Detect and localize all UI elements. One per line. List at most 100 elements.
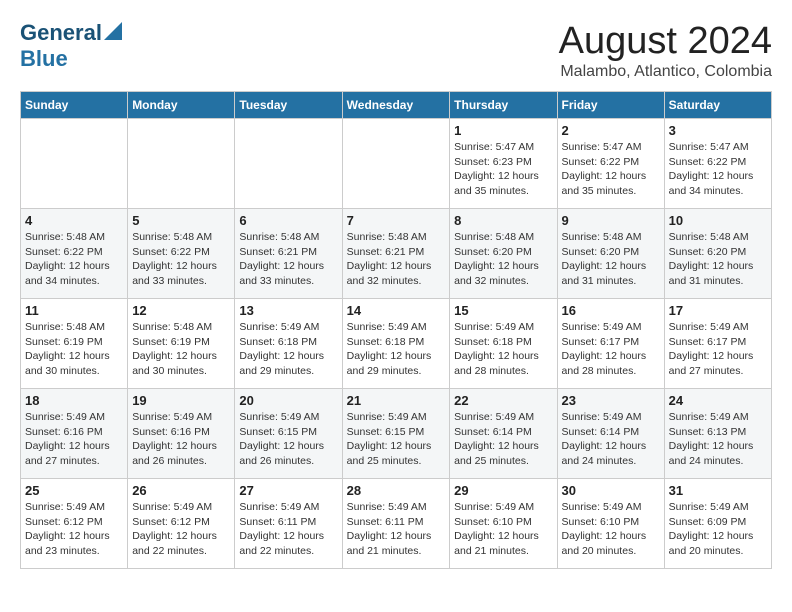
day-number: 19 — [132, 393, 230, 408]
day-number: 15 — [454, 303, 552, 318]
calendar-cell: 2 Sunrise: 5:47 AM Sunset: 6:22 PM Daylig… — [557, 119, 664, 209]
day-content: Sunrise: 5:49 AM Sunset: 6:16 PM Dayligh… — [25, 410, 123, 469]
day-header-tuesday: Tuesday — [235, 92, 342, 119]
day-content: Sunrise: 5:48 AM Sunset: 6:19 PM Dayligh… — [132, 320, 230, 379]
day-number: 11 — [25, 303, 123, 318]
day-content: Sunrise: 5:49 AM Sunset: 6:11 PM Dayligh… — [239, 500, 337, 559]
calendar-cell: 6 Sunrise: 5:48 AM Sunset: 6:21 PM Daylig… — [235, 209, 342, 299]
day-number: 2 — [562, 123, 660, 138]
day-number: 1 — [454, 123, 552, 138]
day-number: 8 — [454, 213, 552, 228]
day-content: Sunrise: 5:49 AM Sunset: 6:17 PM Dayligh… — [669, 320, 767, 379]
day-number: 22 — [454, 393, 552, 408]
calendar-cell: 26 Sunrise: 5:49 AM Sunset: 6:12 PM Dayli… — [128, 479, 235, 569]
day-content: Sunrise: 5:47 AM Sunset: 6:22 PM Dayligh… — [669, 140, 767, 199]
day-content: Sunrise: 5:49 AM Sunset: 6:15 PM Dayligh… — [239, 410, 337, 469]
day-header-wednesday: Wednesday — [342, 92, 450, 119]
day-content: Sunrise: 5:47 AM Sunset: 6:22 PM Dayligh… — [562, 140, 660, 199]
day-number: 24 — [669, 393, 767, 408]
day-number: 7 — [347, 213, 446, 228]
calendar-cell: 4Sunrise: 5:48 AM Sunset: 6:22 PM Daylig… — [21, 209, 128, 299]
day-number: 16 — [562, 303, 660, 318]
calendar-cell: 15 Sunrise: 5:49 AM Sunset: 6:18 PM Dayli… — [450, 299, 557, 389]
day-number: 25 — [25, 483, 123, 498]
day-header-sunday: Sunday — [21, 92, 128, 119]
day-content: Sunrise: 5:47 AM Sunset: 6:23 PM Dayligh… — [454, 140, 552, 199]
day-number: 26 — [132, 483, 230, 498]
day-content: Sunrise: 5:49 AM Sunset: 6:11 PM Dayligh… — [347, 500, 446, 559]
day-content: Sunrise: 5:49 AM Sunset: 6:16 PM Dayligh… — [132, 410, 230, 469]
calendar-cell — [21, 119, 128, 209]
calendar-cell: 18 Sunrise: 5:49 AM Sunset: 6:16 PM Dayli… — [21, 389, 128, 479]
day-content: Sunrise: 5:48 AM Sunset: 6:22 PM Dayligh… — [132, 230, 230, 289]
day-content: Sunrise: 5:48 AM Sunset: 6:21 PM Dayligh… — [347, 230, 446, 289]
calendar-cell: 19 Sunrise: 5:49 AM Sunset: 6:16 PM Dayli… — [128, 389, 235, 479]
day-content: Sunrise: 5:49 AM Sunset: 6:17 PM Dayligh… — [562, 320, 660, 379]
location-subtitle: Malambo, Atlantico, Colombia — [559, 63, 772, 81]
day-number: 29 — [454, 483, 552, 498]
day-content: Sunrise: 5:49 AM Sunset: 6:14 PM Dayligh… — [454, 410, 552, 469]
day-number: 23 — [562, 393, 660, 408]
calendar-cell: 1 Sunrise: 5:47 AM Sunset: 6:23 PM Daylig… — [450, 119, 557, 209]
day-content: Sunrise: 5:49 AM Sunset: 6:14 PM Dayligh… — [562, 410, 660, 469]
day-header-monday: Monday — [128, 92, 235, 119]
day-number: 12 — [132, 303, 230, 318]
calendar-cell: 28 Sunrise: 5:49 AM Sunset: 6:11 PM Dayli… — [342, 479, 450, 569]
calendar-cell — [235, 119, 342, 209]
calendar-cell: 25 Sunrise: 5:49 AM Sunset: 6:12 PM Dayli… — [21, 479, 128, 569]
day-header-friday: Friday — [557, 92, 664, 119]
calendar-cell — [342, 119, 450, 209]
calendar-cell: 8Sunrise: 5:48 AM Sunset: 6:20 PM Daylig… — [450, 209, 557, 299]
calendar-cell: 11Sunrise: 5:48 AM Sunset: 6:19 PM Dayli… — [21, 299, 128, 389]
day-number: 21 — [347, 393, 446, 408]
calendar-cell: 21 Sunrise: 5:49 AM Sunset: 6:15 PM Dayli… — [342, 389, 450, 479]
logo-blue: Blue — [20, 46, 68, 71]
calendar-cell: 7 Sunrise: 5:48 AM Sunset: 6:21 PM Daylig… — [342, 209, 450, 299]
day-content: Sunrise: 5:49 AM Sunset: 6:18 PM Dayligh… — [347, 320, 446, 379]
calendar-week-row: 4 Sunrise: 5:48 AM Sunset: 6:22 PM Daylig… — [21, 209, 772, 299]
calendar-cell: 14 Sunrise: 5:49 AM Sunset: 6:18 PM Dayli… — [342, 299, 450, 389]
calendar-cell: 3 Sunrise: 5:47 AM Sunset: 6:22 PM Daylig… — [664, 119, 771, 209]
day-number: 3 — [669, 123, 767, 138]
calendar-week-row: 18 Sunrise: 5:49 AM Sunset: 6:16 PM Dayli… — [21, 389, 772, 479]
day-number: 14 — [347, 303, 446, 318]
calendar-cell: 20 Sunrise: 5:49 AM Sunset: 6:15 PM Dayli… — [235, 389, 342, 479]
month-year-title: August 2024 — [559, 20, 772, 63]
calendar-cell: 5 Sunrise: 5:48 AM Sunset: 6:22 PM Daylig… — [128, 209, 235, 299]
day-number: 27 — [239, 483, 337, 498]
day-content: Sunrise: 5:49 AM Sunset: 6:12 PM Dayligh… — [25, 500, 123, 559]
day-number: 17 — [669, 303, 767, 318]
day-number: 13 — [239, 303, 337, 318]
logo: General Blue — [20, 20, 122, 72]
calendar-table: SundayMondayTuesdayWednesdayThursdayFrid… — [20, 91, 772, 569]
day-number: 18 — [25, 393, 123, 408]
calendar-cell: 10 Sunrise: 5:48 AM Sunset: 6:20 PM Dayli… — [664, 209, 771, 299]
day-number: 4 — [25, 213, 123, 228]
day-number: 5 — [132, 213, 230, 228]
calendar-cell: 17 Sunrise: 5:49 AM Sunset: 6:17 PM Dayli… — [664, 299, 771, 389]
calendar-cell: 29 Sunrise: 5:49 AM Sunset: 6:10 PM Dayli… — [450, 479, 557, 569]
calendar-header-row: SundayMondayTuesdayWednesdayThursdayFrid… — [21, 92, 772, 119]
day-header-thursday: Thursday — [450, 92, 557, 119]
day-number: 28 — [347, 483, 446, 498]
calendar-week-row: 1 Sunrise: 5:47 AM Sunset: 6:23 PM Daylig… — [21, 119, 772, 209]
day-content: Sunrise: 5:48 AM Sunset: 6:20 PM Dayligh… — [669, 230, 767, 289]
day-content: Sunrise: 5:49 AM Sunset: 6:10 PM Dayligh… — [454, 500, 552, 559]
day-content: Sunrise: 5:49 AM Sunset: 6:10 PM Dayligh… — [562, 500, 660, 559]
header: General Blue August 2024 Malambo, Atlant… — [20, 20, 772, 81]
day-content: Sunrise: 5:49 AM Sunset: 6:15 PM Dayligh… — [347, 410, 446, 469]
calendar-cell: 12 Sunrise: 5:48 AM Sunset: 6:19 PM Dayli… — [128, 299, 235, 389]
calendar-cell — [128, 119, 235, 209]
calendar-week-row: 25 Sunrise: 5:49 AM Sunset: 6:12 PM Dayli… — [21, 479, 772, 569]
day-content: Sunrise: 5:48 AM Sunset: 6:21 PM Dayligh… — [239, 230, 337, 289]
day-content: Sunrise: 5:49 AM Sunset: 6:12 PM Dayligh… — [132, 500, 230, 559]
day-content: Sunrise: 5:48 AM Sunset: 6:20 PM Dayligh… — [562, 230, 660, 289]
day-content: Sunrise: 5:49 AM Sunset: 6:13 PM Dayligh… — [669, 410, 767, 469]
day-content: Sunrise: 5:49 AM Sunset: 6:09 PM Dayligh… — [669, 500, 767, 559]
calendar-cell: 22 Sunrise: 5:49 AM Sunset: 6:14 PM Dayli… — [450, 389, 557, 479]
day-number: 10 — [669, 213, 767, 228]
day-number: 6 — [239, 213, 337, 228]
day-number: 20 — [239, 393, 337, 408]
calendar-cell: 9Sunrise: 5:48 AM Sunset: 6:20 PM Daylig… — [557, 209, 664, 299]
day-content: Sunrise: 5:49 AM Sunset: 6:18 PM Dayligh… — [454, 320, 552, 379]
